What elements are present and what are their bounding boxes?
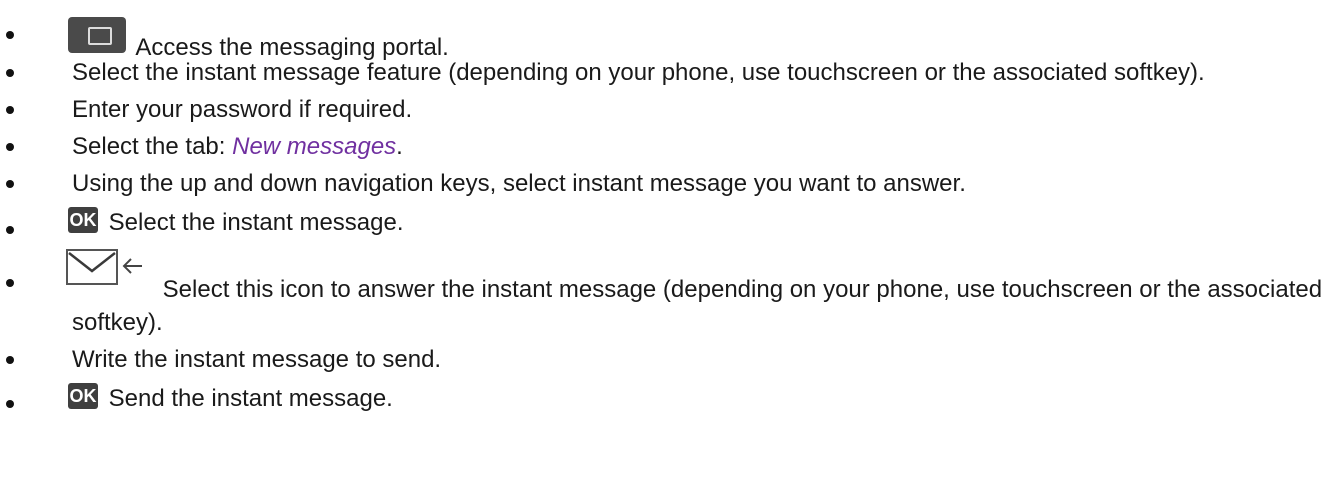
bullet-icon: [6, 226, 14, 234]
step-text-suffix: .: [396, 133, 403, 160]
bullet-icon: [6, 400, 14, 408]
ok-key-icon: OK: [68, 383, 98, 409]
bullet-icon: [6, 180, 14, 188]
bullet-icon: [6, 69, 14, 77]
step-text-prefix: Select the tab:: [72, 133, 233, 160]
step-text: Using the up and down navigation keys, s…: [72, 170, 966, 197]
ok-key-icon: OK: [68, 207, 98, 233]
list-item: Using the up and down navigation keys, s…: [0, 167, 1336, 200]
list-item: Write the instant message to send.: [0, 343, 1336, 376]
reply-mail-icon: [66, 249, 156, 285]
list-item: Select the instant message feature (depe…: [0, 56, 1336, 89]
list-item: Select this icon to answer the instant m…: [0, 249, 1336, 339]
step-text: Write the instant message to send.: [72, 346, 442, 373]
list-item: Enter your password if required.: [0, 93, 1336, 126]
bullet-icon: [6, 31, 14, 39]
step-text: Select the instant message.: [108, 209, 404, 236]
bullet-icon: [6, 279, 14, 287]
mail-key-icon: [68, 17, 126, 53]
bullet-icon: [6, 106, 14, 114]
bullet-icon: [6, 143, 14, 151]
step-text: Enter your password if required.: [72, 96, 413, 123]
step-text: Select the instant message feature (depe…: [72, 59, 1205, 86]
tab-name: New messages: [232, 133, 397, 160]
step-text: Send the instant message.: [108, 385, 393, 412]
list-item: Select the tab: New messages.: [0, 130, 1336, 163]
list-item: OK Send the instant message.: [0, 382, 1336, 415]
step-text: Select this icon to answer the instant m…: [72, 276, 1323, 336]
instruction-list: Access the messaging portal. Select the …: [0, 0, 1336, 415]
bullet-icon: [6, 356, 14, 364]
list-item: OK Select the instant message.: [0, 206, 1336, 245]
list-item: Access the messaging portal.: [0, 0, 1336, 61]
